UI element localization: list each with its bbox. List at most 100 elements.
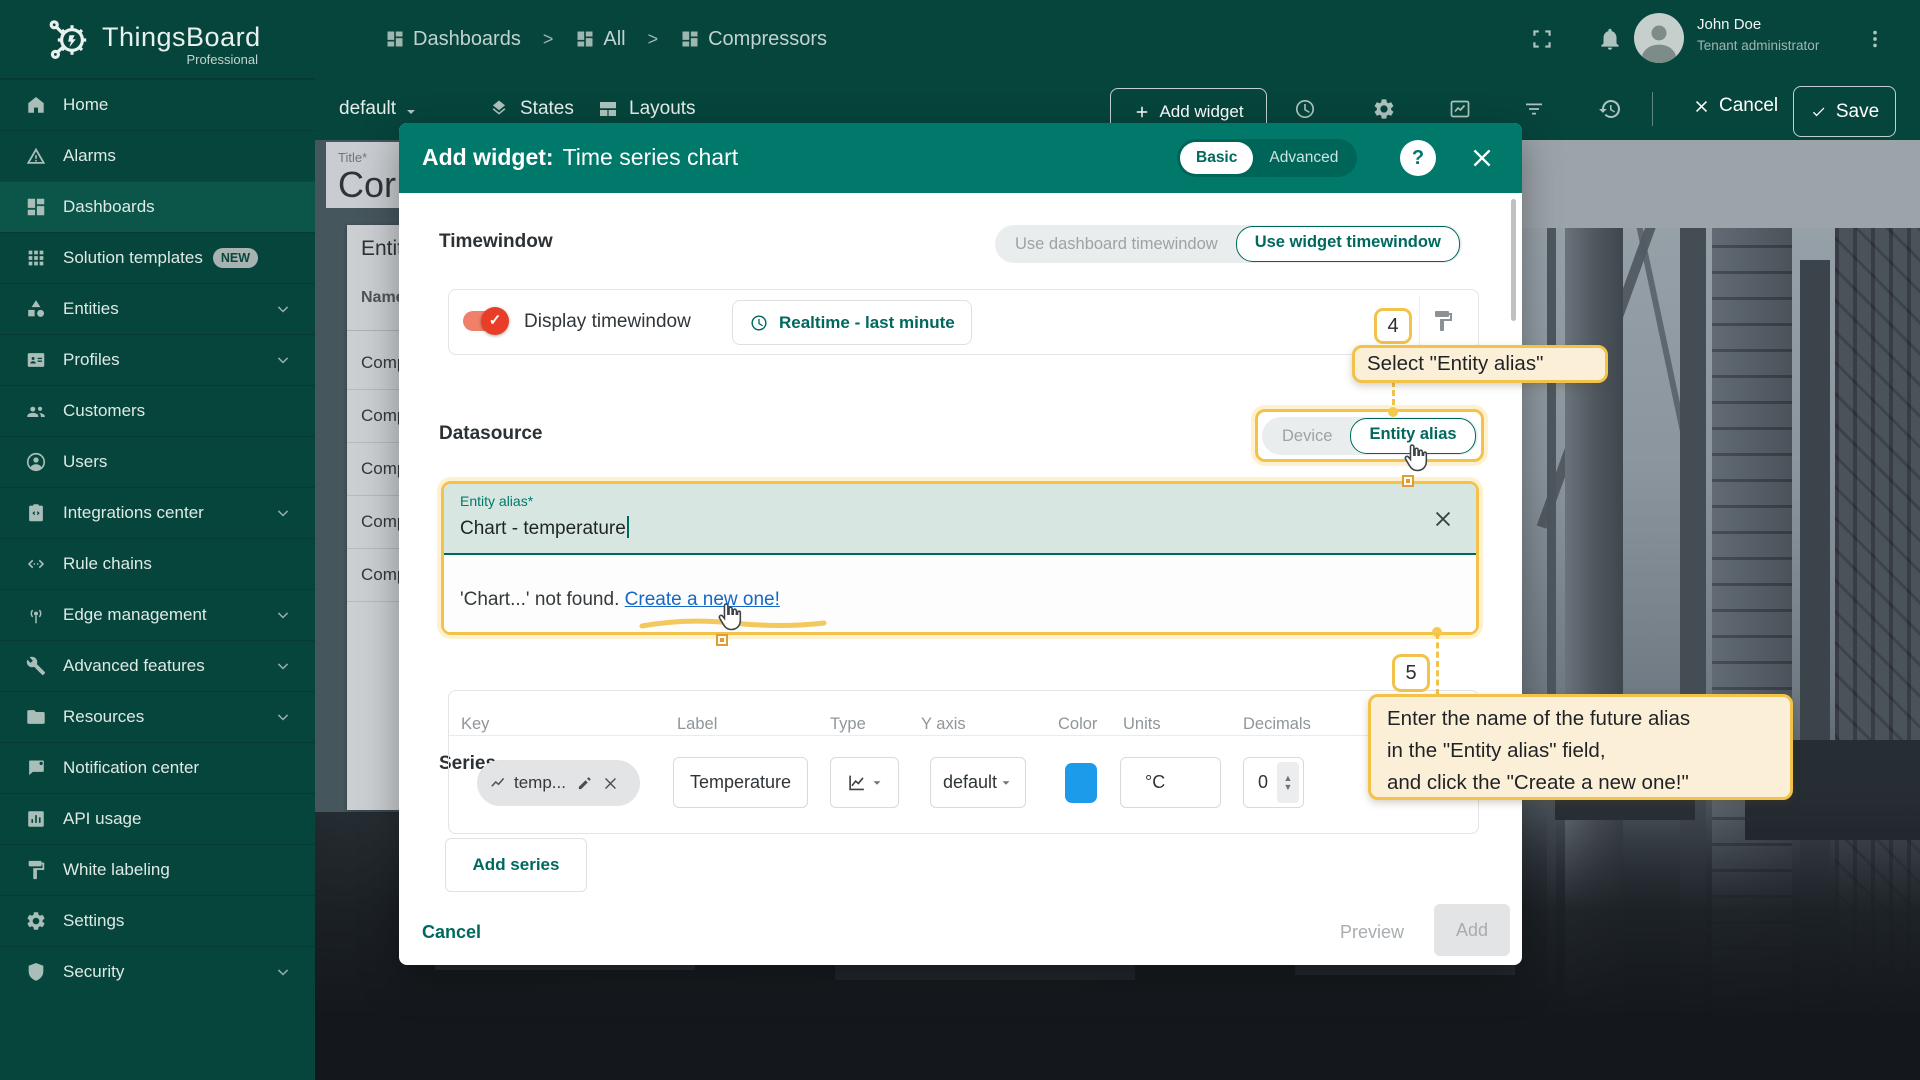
series-key-chip[interactable]: temp... bbox=[477, 760, 640, 806]
series-type-select[interactable] bbox=[830, 757, 899, 808]
sidebar-item-security[interactable]: Security bbox=[0, 946, 315, 997]
chevron-down-icon bbox=[273, 962, 293, 982]
click-indicator bbox=[716, 634, 728, 646]
edit-pencil-icon[interactable] bbox=[576, 774, 594, 792]
fullscreen-icon[interactable] bbox=[1529, 26, 1555, 52]
state-select[interactable]: default bbox=[339, 98, 396, 120]
dialog-add-button-disabled[interactable]: Add bbox=[1434, 904, 1510, 956]
sidebar-item-label: Entities bbox=[63, 299, 119, 319]
highlight-entity-alias-toggle bbox=[1255, 409, 1484, 462]
states-button[interactable]: States bbox=[520, 98, 574, 120]
series-label-input[interactable]: Temperature bbox=[673, 757, 808, 808]
version-history-icon[interactable] bbox=[1598, 97, 1622, 121]
sidebar-item-dashboards[interactable]: Dashboards bbox=[0, 181, 315, 232]
add-widget-dialog: Add widget:Time series chart Basic Advan… bbox=[399, 123, 1522, 965]
state-select-caret-icon[interactable] bbox=[403, 104, 419, 120]
screen: Title* Cor Entitie Name CompreCompreComp… bbox=[0, 0, 1920, 1080]
entity-alias-field[interactable]: Entity alias* Chart - temperature bbox=[444, 484, 1476, 555]
dashboard-group-icon bbox=[680, 29, 700, 49]
display-timewindow-toggle[interactable]: ✓ bbox=[463, 311, 505, 331]
use-widget-timewindow-option[interactable]: Use widget timewindow bbox=[1236, 226, 1460, 262]
chevron-down-icon bbox=[273, 503, 293, 523]
series-key-text: temp... bbox=[514, 773, 566, 793]
tab-basic[interactable]: Basic bbox=[1180, 142, 1253, 174]
stepper-arrows-icon[interactable]: ▲▼ bbox=[1277, 762, 1299, 803]
sidebar-item-label: Solution templates bbox=[63, 248, 203, 268]
breadcrumb-label: All bbox=[603, 28, 625, 51]
brand-logo[interactable]: ThingsBoard Professional bbox=[0, 0, 315, 79]
sidebar-item-alarms[interactable]: Alarms bbox=[0, 130, 315, 181]
realtime-timewindow-button[interactable]: Realtime - last minute bbox=[732, 300, 972, 345]
aliases-gear-icon[interactable] bbox=[1372, 97, 1396, 121]
notification-icon bbox=[25, 757, 47, 779]
states-icon[interactable] bbox=[487, 97, 511, 121]
display-timewindow-label: Display timewindow bbox=[524, 311, 691, 333]
timewindow-clock-icon[interactable] bbox=[1293, 97, 1317, 121]
create-new-alias-link[interactable]: Create a new one! bbox=[625, 589, 780, 610]
sidebar-item-customers[interactable]: Customers bbox=[0, 385, 315, 436]
series-y-axis-select[interactable]: default bbox=[930, 757, 1026, 808]
highlight-entity-alias-field: Entity alias* Chart - temperature 'Chart… bbox=[441, 481, 1479, 635]
sidebar-item-settings[interactable]: Settings bbox=[0, 895, 315, 946]
settings-icon bbox=[25, 910, 47, 932]
sidebar-item-entities[interactable]: Entities bbox=[0, 283, 315, 334]
add-series-button[interactable]: Add series bbox=[445, 838, 587, 892]
sidebar-item-label: Users bbox=[63, 452, 107, 472]
layouts-icon[interactable] bbox=[596, 97, 620, 121]
layouts-button[interactable]: Layouts bbox=[629, 98, 696, 120]
sidebar-item-solution-templates[interactable]: Solution templatesNEW bbox=[0, 232, 315, 283]
thingsboard-logo-icon bbox=[45, 16, 99, 64]
remove-key-icon[interactable] bbox=[602, 775, 619, 792]
series-units-input[interactable]: °C bbox=[1120, 757, 1221, 808]
sidebar-item-users[interactable]: Users bbox=[0, 436, 315, 487]
avatar[interactable] bbox=[1634, 13, 1684, 63]
breadcrumb-item-compressors[interactable]: Compressors bbox=[680, 28, 827, 51]
tab-advanced[interactable]: Advanced bbox=[1253, 142, 1354, 174]
breadcrumb-separator: > bbox=[648, 29, 659, 50]
use-dashboard-timewindow-option[interactable]: Use dashboard timewindow bbox=[997, 227, 1236, 261]
add-widget-label: Add widget bbox=[1159, 102, 1243, 122]
dashboards-icon bbox=[25, 196, 47, 218]
close-dialog-icon[interactable] bbox=[1469, 145, 1495, 171]
sidebar-item-label: Settings bbox=[63, 911, 124, 931]
dashboard-chart-icon[interactable] bbox=[1448, 97, 1472, 121]
save-label: Save bbox=[1836, 101, 1879, 123]
notifications-bell-icon[interactable] bbox=[1597, 26, 1623, 52]
breadcrumb-item-all[interactable]: All bbox=[575, 28, 625, 51]
cancel-edit-button[interactable]: Cancel bbox=[1693, 95, 1778, 117]
sidebar-item-white-labeling[interactable]: White labeling bbox=[0, 844, 315, 895]
sidebar-item-label: Edge management bbox=[63, 605, 207, 625]
dialog-scrollbar[interactable] bbox=[1511, 199, 1516, 321]
column-decimals: Decimals bbox=[1243, 715, 1311, 734]
breadcrumb-item-dashboards[interactable]: Dashboards bbox=[385, 28, 521, 51]
dialog-title: Add widget:Time series chart bbox=[422, 144, 738, 171]
clear-field-icon[interactable] bbox=[1432, 508, 1454, 530]
sidebar-item-notification-center[interactable]: Notification center bbox=[0, 742, 315, 793]
step-5-line-2: in the "Entity alias" field, bbox=[1387, 735, 1774, 767]
sidebar-item-home[interactable]: Home bbox=[0, 79, 315, 130]
sidebar-item-api-usage[interactable]: API usage bbox=[0, 793, 315, 844]
sidebar-item-profiles[interactable]: Profiles bbox=[0, 334, 315, 385]
brand-name: ThingsBoard bbox=[102, 22, 261, 53]
series-color-swatch[interactable] bbox=[1065, 763, 1097, 803]
toggle-knob-check-icon: ✓ bbox=[481, 307, 509, 335]
sidebar-item-integrations-center[interactable]: Integrations center bbox=[0, 487, 315, 538]
dialog-preview-button[interactable]: Preview bbox=[1340, 922, 1404, 943]
series-label-value: Temperature bbox=[690, 772, 791, 793]
filters-icon[interactable] bbox=[1522, 97, 1546, 121]
save-button[interactable]: Save bbox=[1793, 86, 1896, 137]
sidebar-item-resources[interactable]: Resources bbox=[0, 691, 315, 742]
series-decimals-stepper[interactable]: 0 ▲▼ bbox=[1243, 757, 1304, 808]
kebab-menu-icon[interactable] bbox=[1864, 28, 1886, 50]
sidebar-item-rule-chains[interactable]: Rule chains bbox=[0, 538, 315, 589]
dialog-title-text: Time series chart bbox=[563, 144, 739, 170]
divider bbox=[449, 735, 1478, 736]
datasource-heading: Datasource bbox=[439, 423, 543, 445]
realtime-label: Realtime - last minute bbox=[779, 313, 955, 333]
sidebar-item-advanced-features[interactable]: Advanced features bbox=[0, 640, 315, 691]
copy-style-button[interactable] bbox=[1419, 296, 1466, 346]
user-role: Tenant administrator bbox=[1697, 38, 1819, 53]
sidebar-item-edge-management[interactable]: Edge management bbox=[0, 589, 315, 640]
help-icon[interactable]: ? bbox=[1400, 140, 1436, 176]
dialog-cancel-button[interactable]: Cancel bbox=[422, 922, 481, 943]
